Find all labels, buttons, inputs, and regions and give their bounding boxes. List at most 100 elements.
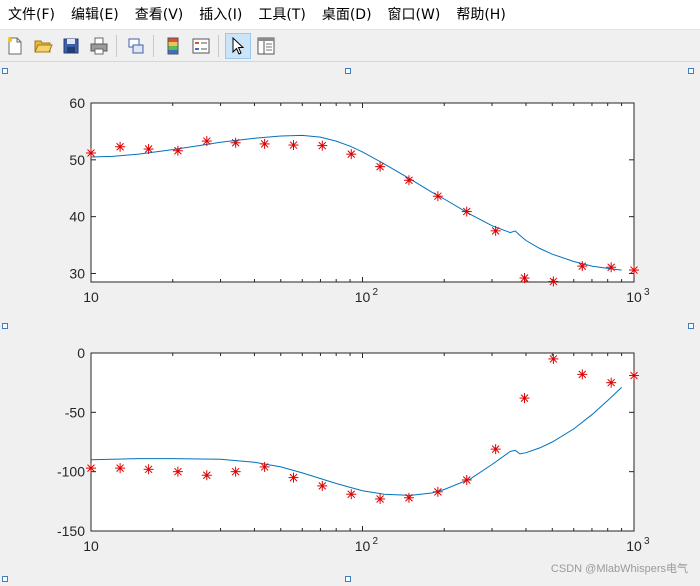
figure-canvas[interactable]: 30 40 50 60 10 10 2 10 3 -150 -100 -50 0 10 10 2 10 3 CSD…	[0, 62, 700, 582]
data-marker	[519, 273, 530, 284]
new-figure-icon	[7, 37, 22, 54]
x-tick-exponent: 2	[373, 287, 379, 298]
print-button[interactable]	[86, 33, 112, 59]
plot-area: 3040506010 10 2 10 3-150-100-50010 10 2 10 3	[57, 95, 650, 554]
menu-view[interactable]: 查看(V)	[127, 0, 192, 30]
data-marker	[548, 276, 559, 287]
data-marker	[606, 377, 617, 388]
new-figure-button[interactable]	[2, 33, 28, 59]
watermark-text: CSDN @MlabWhispers电气	[550, 563, 688, 575]
menu-bar: 文件(F) 编辑(E) 查看(V) 插入(I) 工具(T) 桌面(D) 窗口(W…	[0, 0, 700, 30]
selection-handle[interactable]	[688, 68, 694, 74]
figure-toolbar	[0, 30, 700, 62]
x-tick-exponent: 3	[644, 536, 650, 547]
x-tick-label: 10	[355, 289, 371, 305]
data-marker	[490, 444, 501, 455]
insert-legend-icon	[192, 38, 210, 53]
data-marker	[403, 175, 414, 186]
y-tick-label: -100	[57, 464, 85, 480]
data-marker	[375, 161, 386, 172]
x-tick-exponent: 3	[644, 287, 650, 298]
menu-tools[interactable]: 工具(T)	[250, 0, 313, 30]
x-tick-label: 10	[626, 538, 642, 554]
selection-handle[interactable]	[2, 323, 8, 329]
edit-plot-button[interactable]	[225, 32, 251, 59]
data-marker	[259, 461, 270, 472]
data-marker	[317, 480, 328, 491]
data-marker	[288, 140, 299, 151]
data-marker	[375, 493, 386, 504]
y-tick-label: -150	[57, 523, 85, 539]
toolbar-separator	[116, 34, 117, 57]
menu-edit[interactable]: 编辑(E)	[63, 0, 127, 30]
data-marker	[143, 464, 154, 475]
menu-window[interactable]: 窗口(W)	[380, 0, 449, 30]
data-marker	[230, 466, 241, 477]
data-marker	[346, 149, 357, 160]
data-marker	[403, 492, 414, 503]
data-marker	[201, 470, 212, 481]
edit-plot-icon	[232, 36, 245, 55]
data-marker	[230, 137, 241, 148]
open-file-button[interactable]	[30, 33, 56, 59]
x-tick-label: 10	[83, 538, 99, 554]
insert-legend-button[interactable]	[188, 33, 214, 59]
menu-insert[interactable]: 插入(I)	[191, 0, 250, 30]
y-tick-label: 0	[77, 345, 85, 361]
data-marker	[172, 466, 183, 477]
data-marker	[577, 261, 588, 272]
selection-handle[interactable]	[345, 68, 351, 74]
save-icon	[63, 38, 79, 53]
data-marker	[86, 148, 96, 159]
data-marker	[317, 140, 328, 151]
data-marker	[490, 225, 501, 236]
selection-handle[interactable]	[345, 576, 351, 582]
selection-handle[interactable]	[2, 68, 8, 74]
data-marker	[201, 136, 212, 147]
insert-colorbar-button[interactable]	[160, 33, 186, 59]
menu-help[interactable]: 帮助(H)	[448, 0, 513, 30]
data-marker	[115, 141, 126, 152]
insert-colorbar-icon	[167, 37, 179, 54]
data-marker	[548, 353, 559, 364]
link-plot-icon	[128, 38, 144, 53]
data-marker	[461, 206, 472, 217]
link-plot-button[interactable]	[123, 33, 149, 59]
selection-handle[interactable]	[2, 576, 8, 582]
x-tick-label: 10	[83, 289, 99, 305]
x-tick-label: 10	[626, 289, 642, 305]
property-inspector-icon	[257, 37, 275, 54]
y-tick-label: -50	[65, 404, 85, 420]
y-tick-label: 60	[69, 95, 85, 111]
data-marker	[577, 369, 588, 380]
print-icon	[90, 37, 108, 54]
y-tick-label: 30	[69, 265, 85, 281]
x-tick-exponent: 2	[373, 536, 379, 547]
property-inspector-button[interactable]	[253, 33, 279, 59]
save-button[interactable]	[58, 33, 84, 59]
x-tick-label: 10	[355, 538, 371, 554]
axes-box	[90, 102, 635, 283]
data-marker	[115, 463, 126, 474]
menu-desktop[interactable]: 桌面(D)	[314, 0, 380, 30]
data-marker	[432, 486, 443, 497]
data-marker	[346, 489, 357, 500]
y-tick-label: 40	[69, 209, 85, 225]
data-marker	[629, 370, 639, 381]
data-marker	[519, 393, 530, 404]
selection-handle[interactable]	[688, 323, 694, 329]
data-marker	[432, 191, 443, 202]
menu-file[interactable]: 文件(F)	[0, 0, 63, 30]
data-marker	[606, 262, 617, 273]
data-marker	[259, 138, 270, 149]
data-marker	[461, 474, 472, 485]
y-tick-label: 50	[69, 152, 85, 168]
toolbar-separator	[218, 34, 219, 57]
data-marker	[172, 145, 183, 156]
data-marker	[629, 265, 639, 276]
data-marker	[86, 463, 96, 474]
toolbar-separator	[153, 34, 154, 57]
open-file-icon	[34, 40, 53, 52]
data-marker	[288, 472, 299, 483]
data-marker	[143, 144, 154, 155]
